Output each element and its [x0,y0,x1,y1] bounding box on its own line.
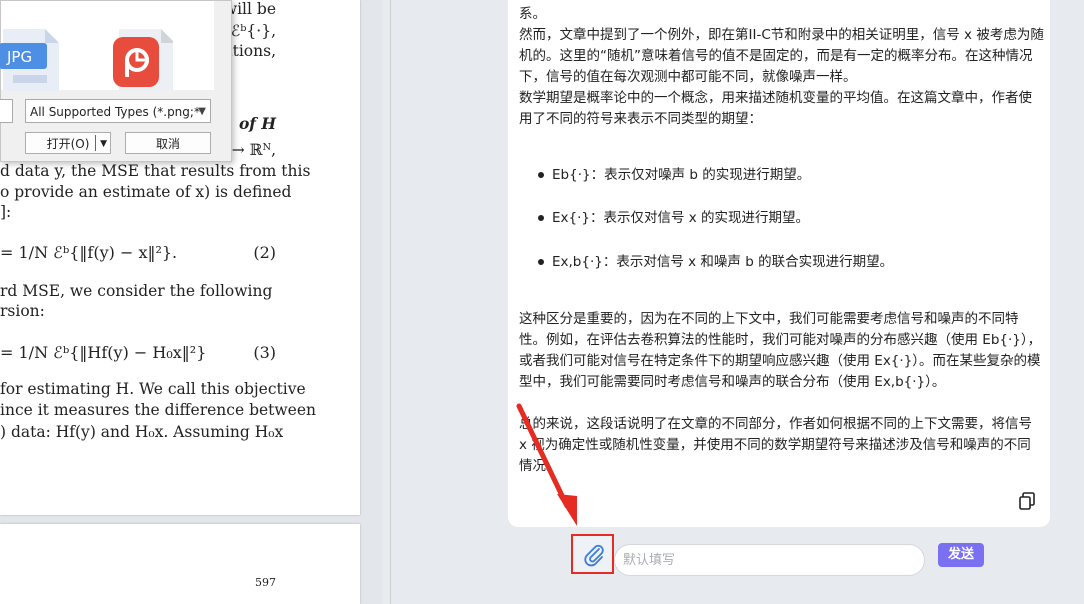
page-text-line: for estimating H. We call this objective [0,380,306,398]
copy-icon[interactable] [1018,492,1036,510]
page-text-line: o provide an estimate of x) is defined [0,183,292,201]
send-button[interactable]: 发送 [938,543,984,567]
open-button[interactable]: 打开(O) ▼ [25,132,111,154]
page-text-line: d data y, the MSE that results from this [0,162,311,180]
jpg-file-label: JPG [6,48,32,66]
ppt-file-icon[interactable] [113,29,175,91]
page-text-line: ) data: Hf(y) and H₀x. Assuming H₀x [0,423,284,441]
equation-3: = 1/N ℰᵇ{‖Hf(y) − H₀x‖²} [0,343,207,362]
jpg-file-icon[interactable]: JPG [0,29,59,91]
list-item: Ex{·}：表示仅对信号 x 的实现进行期望。 [538,206,809,226]
file-open-dialog: JPG All Supported Types (*.png;* ▼ 打开(O)… [0,0,232,162]
file-type-value: All Supported Types (*.png;* [30,105,200,119]
answer-paragraph: 数学期望是概率论中的一个概念，用来描述随机变量的平均值。在这篇文章中，作者使用了… [519,90,1032,127]
answer-paragraph: 这种区分是重要的，因为在不同的上下文中，我们可能需要考虑信号和噪声的不同特性。例… [519,311,1042,390]
list-item-text: Eb{·}：表示仅对噪声 b 的实现进行期望。 [552,167,811,183]
bullet-dot [538,259,544,265]
bullet-dot [538,215,544,221]
page-text-line: of H [238,114,276,133]
filename-combo[interactable] [0,99,13,123]
list-item: Ex,b{·}：表示对信号 x 和噪声 b 的联合实现进行期望。 [538,250,893,270]
answer-paragraph: 系。 [519,6,546,22]
list-item-text: Ex{·}：表示仅对信号 x 的实现进行期望。 [552,210,810,226]
answer-paragraph: 总的来说，这段话说明了在文章的不同部分，作者如何根据不同的上下文需要，将信号 x… [519,416,1032,474]
annotation-arrow-icon [516,403,577,526]
list-item: Eb{·}：表示仅对噪声 b 的实现进行期望。 [538,163,810,183]
equation-2: = 1/N ℰᵇ{‖f(y) − x‖²}. [0,243,178,262]
open-button-label: 打开(O) [46,137,90,151]
page-text-line: rd MSE, we consider the following [0,282,273,300]
equation-number: (3) [253,343,276,362]
equation-number: (2) [253,243,276,262]
file-list-view[interactable]: JPG [0,1,214,91]
chat-pane: 系。 然而，文章中提到了一个例外，即在第II-C节和附录中的相关证明里，信号 x… [391,0,1084,604]
split-divider [95,135,96,151]
paperclip-icon [584,544,604,567]
page-text-line: rsion: [0,302,45,320]
page-text-line: ]: [0,203,12,221]
bullet-dot [538,172,544,178]
file-type-select[interactable]: All Supported Types (*.png;* ▼ [25,99,211,123]
dropdown-arrow-icon[interactable]: ▼ [100,133,107,155]
answer-card: 系。 然而，文章中提到了一个例外，即在第II-C节和附录中的相关证明里，信号 x… [508,0,1050,527]
chevron-down-icon: ▼ [198,106,206,117]
cancel-button[interactable]: 取消 [125,132,211,154]
list-item-text: Ex,b{·}：表示对信号 x 和噪声 b 的联合实现进行期望。 [552,254,894,270]
page-text-line: → ℝᴺ, [231,141,276,159]
page-number: 597 [255,576,276,589]
message-input[interactable] [614,544,925,576]
page-text-line: ince it measures the difference between [0,401,316,419]
attach-file-button[interactable] [571,534,614,574]
pdf-page: 597 [0,524,360,604]
answer-paragraph: 然而，文章中提到了一个例外，即在第II-C节和附录中的相关证明里，信号 x 被考… [519,27,1044,85]
